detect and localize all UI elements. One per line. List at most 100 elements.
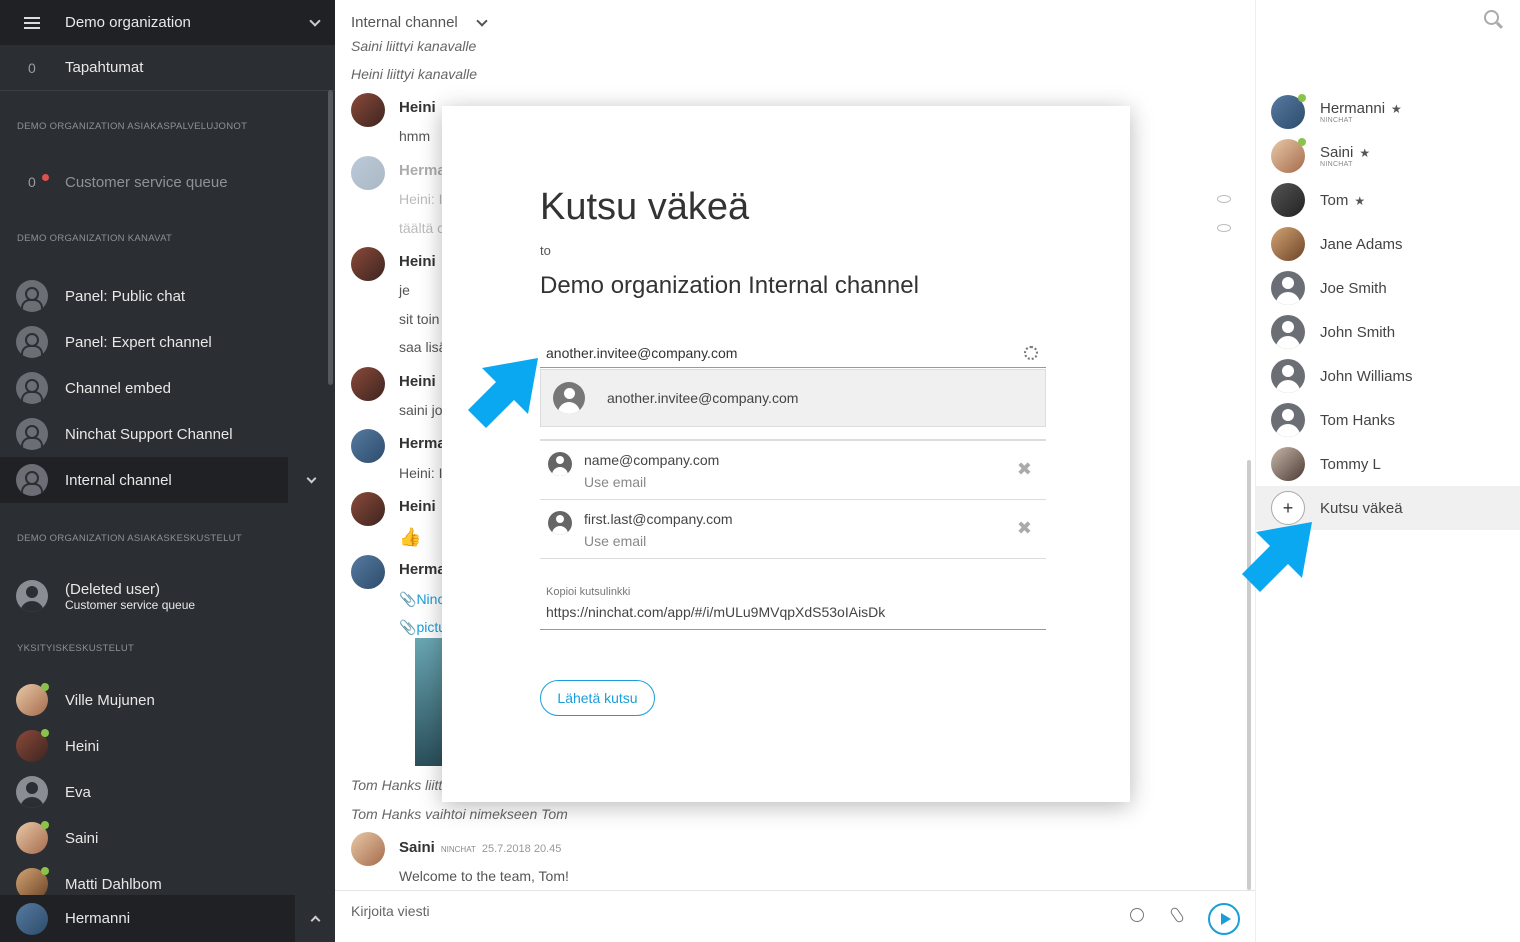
chat-queue: Customer service queue <box>65 597 196 612</box>
member-name: John Smith <box>1320 323 1396 341</box>
message-input[interactable]: Kirjoita viesti <box>351 903 430 919</box>
chevron-down-icon[interactable] <box>309 14 321 27</box>
channel-title-text: Internal channel <box>351 14 458 31</box>
member-tommy-l[interactable]: Tommy L <box>1256 442 1520 486</box>
member-name: Tommy L <box>1320 455 1381 473</box>
avatar <box>1271 138 1306 173</box>
message-text: sit toin <box>399 311 440 327</box>
org-selector[interactable]: Demo organization <box>0 0 335 45</box>
invitee-suggestion[interactable]: another.invitee@company.com <box>540 369 1046 427</box>
member-name: Tom Hanks <box>1320 411 1396 429</box>
sidebar-item-public-chat[interactable]: Panel: Public chat <box>0 273 335 319</box>
sidebar-item-expert-channel[interactable]: Panel: Expert channel <box>0 319 335 365</box>
member-saini[interactable]: Saini ★ NINCHAT <box>1256 134 1520 178</box>
sidebar-item-support-channel[interactable]: Ninchat Support Channel <box>0 411 335 457</box>
expand-up-button[interactable] <box>295 895 335 942</box>
org-name: Demo organization <box>65 14 191 31</box>
message-text: Welcome to the team, Tom! <box>399 868 569 884</box>
member-john-smith[interactable]: John Smith <box>1256 310 1520 354</box>
sidebar: Demo organization 0 Tapahtumat DEMO ORGA… <box>0 0 335 942</box>
avatar <box>16 902 48 935</box>
chevron-up-icon <box>310 915 320 926</box>
chevron-down-icon <box>306 473 317 483</box>
invitee-list: name@company.com Use email ✖ first.last@… <box>540 439 1046 559</box>
group-icon <box>16 418 48 450</box>
sidebar-item-queue[interactable]: 0 Customer service queue <box>0 161 335 203</box>
chevron-down-icon[interactable] <box>476 14 488 27</box>
sidebar-item-events[interactable]: 0 Tapahtumat <box>0 45 335 91</box>
user-icon <box>548 452 572 476</box>
sidebar-item-saini[interactable]: Saini <box>0 815 335 861</box>
message-author: Herma <box>399 162 446 179</box>
sidebar-item-eva[interactable]: Eva <box>0 769 335 815</box>
sidebar-item-internal-channel[interactable]: Internal channel <box>0 457 335 503</box>
chat-label: Heini <box>65 737 100 755</box>
avatar <box>1271 227 1305 261</box>
member-hermanni[interactable]: Hermanni ★ NINCHAT <box>1256 90 1520 134</box>
attach-icon[interactable] <box>1169 906 1185 924</box>
member-tom-hanks[interactable]: Tom Hanks <box>1256 398 1520 442</box>
avatar <box>16 683 49 716</box>
self-user-row[interactable]: Hermanni <box>0 895 335 942</box>
avatar <box>351 367 385 401</box>
message-author: Heini <box>399 498 436 515</box>
channel-label: Panel: Public chat <box>65 287 186 305</box>
user-icon <box>16 580 48 612</box>
chat-label: Ville Mujunen <box>65 691 155 709</box>
send-button[interactable] <box>1208 903 1240 935</box>
author-tag: NINCHAT <box>440 845 476 854</box>
online-indicator <box>41 867 49 875</box>
message-emoji: 👍 <box>399 527 422 547</box>
system-message: Tom Hanks vaihtoi nimekseen Tom <box>351 806 568 822</box>
member-john-williams[interactable]: John Williams <box>1256 354 1520 398</box>
attachment-link[interactable]: 📎pictu <box>399 619 446 636</box>
dialog-channel-name: Demo organization Internal channel <box>540 272 919 299</box>
avatar <box>351 247 385 281</box>
message-text: je <box>399 282 410 298</box>
avatar <box>351 492 385 526</box>
section-channels: DEMO ORGANIZATION KANAVAT <box>0 203 335 273</box>
online-indicator <box>1298 138 1306 146</box>
remove-invitee-icon[interactable]: ✖ <box>1017 459 1032 480</box>
emoji-icon[interactable] <box>1130 908 1144 922</box>
invite-link-field[interactable]: https://ninchat.com/app/#/i/mULu9MVqpXdS… <box>540 602 1046 630</box>
sidebar-scrollbar[interactable] <box>328 90 333 385</box>
avatar <box>16 821 49 854</box>
self-name: Hermanni <box>65 910 131 927</box>
sidebar-item-channel-embed[interactable]: Channel embed <box>0 365 335 411</box>
message-author: Saini NINCHAT 25.7.2018 20.45 <box>399 839 561 856</box>
sidebar-item-heini[interactable]: Heini <box>0 723 335 769</box>
invitee-hint: Use email <box>584 533 647 549</box>
search-icon[interactable] <box>1484 10 1499 25</box>
member-org: NINCHAT <box>1320 117 1353 124</box>
group-icon <box>16 326 48 358</box>
message-author: Herma <box>399 561 446 578</box>
chat-name: (Deleted user) <box>65 580 161 598</box>
member-jane-adams[interactable]: Jane Adams <box>1256 222 1520 266</box>
channel-label: Internal channel <box>65 471 172 489</box>
members-panel: Hermanni ★ NINCHAT Saini ★ NINCHAT Tom ★ Jane… <box>1255 0 1520 942</box>
menu-icon[interactable] <box>24 16 40 29</box>
sidebar-item-deleted-user[interactable]: (Deleted user) Customer service queue <box>0 573 335 619</box>
member-joe-smith[interactable]: Joe Smith <box>1256 266 1520 310</box>
section-title: DEMO ORGANIZATION ASIAKASKESKUSTELUT <box>17 532 242 544</box>
invitee-search-input[interactable] <box>540 338 1046 368</box>
remove-invitee-icon[interactable]: ✖ <box>1017 518 1032 539</box>
channel-label: Panel: Expert channel <box>65 333 212 351</box>
sidebar-item-ville[interactable]: Ville Mujunen <box>0 677 335 723</box>
send-invite-button[interactable]: Lähetä kutsu <box>540 680 655 716</box>
invitee-email: first.last@company.com <box>584 511 733 527</box>
pointer-arrow-icon <box>1242 522 1312 592</box>
attached-image[interactable] <box>415 638 445 766</box>
member-name: Saini <box>1320 144 1354 161</box>
expand-button[interactable] <box>288 457 335 503</box>
system-message: Heini liittyi kanavalle <box>351 66 478 82</box>
message-author: Herma <box>399 435 446 452</box>
section-private: YKSITYISKESKUSTELUT <box>0 619 335 677</box>
member-tom[interactable]: Tom ★ <box>1256 178 1520 222</box>
avatar <box>1271 447 1305 481</box>
channel-title[interactable]: Internal channel <box>351 14 488 31</box>
avatar <box>351 429 385 463</box>
avatar <box>351 93 385 127</box>
attachment-link[interactable]: 📎Ninc <box>399 591 444 608</box>
